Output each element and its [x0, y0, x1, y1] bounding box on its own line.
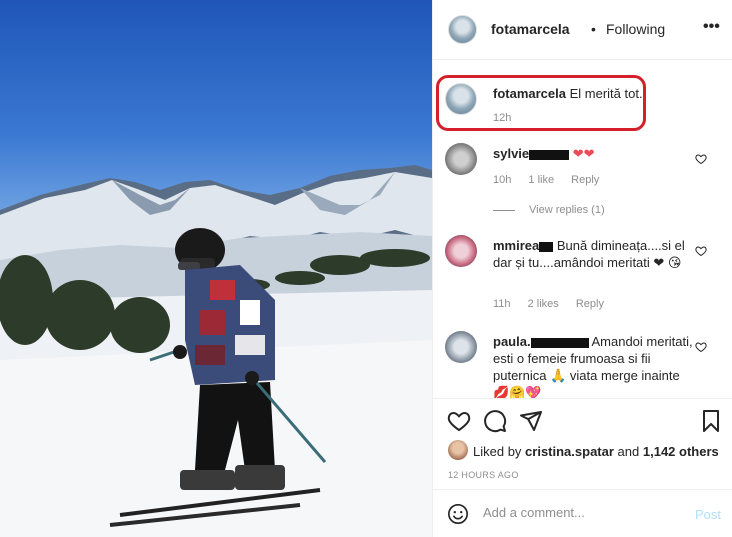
reply-button[interactable]: Reply: [571, 174, 599, 186]
skier-photo: [0, 165, 432, 537]
author-avatar[interactable]: [448, 15, 477, 44]
like-comment-heart-icon[interactable]: [695, 153, 707, 165]
comment-username[interactable]: mmirea: [493, 238, 539, 253]
save-bookmark-icon[interactable]: [699, 409, 723, 433]
comment-username[interactable]: sylvie: [493, 146, 529, 161]
author-username[interactable]: fotamarcela: [491, 21, 570, 37]
view-replies-label: View replies (1): [529, 204, 605, 216]
commenter-avatar[interactable]: [445, 331, 477, 363]
divider: [493, 209, 515, 211]
liked-by-user[interactable]: cristina.spatar: [525, 444, 614, 459]
liked-by-text[interactable]: Liked by cristina.spatar and 1,142 other…: [473, 444, 719, 459]
redaction: [529, 149, 570, 160]
post-actions: Liked by cristina.spatar and 1,142 other…: [433, 398, 732, 488]
liked-by-and: and: [617, 444, 640, 459]
like-comment-heart-icon[interactable]: [695, 245, 707, 257]
red-highlight-box: [436, 75, 646, 131]
comment-time[interactable]: 11h: [493, 298, 511, 310]
comment-likes[interactable]: 1 like: [528, 174, 554, 186]
more-options-icon[interactable]: •••: [703, 19, 721, 36]
liked-by-others[interactable]: 1,142 others: [643, 444, 719, 459]
add-comment-bar: Post: [433, 489, 732, 537]
comment-bubble-icon[interactable]: [483, 409, 507, 433]
separator-dot: •: [591, 21, 596, 37]
post-comment-button[interactable]: Post: [695, 507, 721, 522]
reply-button[interactable]: Reply: [576, 298, 604, 310]
like-heart-icon[interactable]: [447, 409, 471, 433]
like-comment-heart-icon[interactable]: [695, 341, 707, 353]
commenter-avatar[interactable]: [445, 143, 477, 175]
comment-text: ❤❤: [572, 146, 595, 161]
comment-likes[interactable]: 2 likes: [528, 298, 559, 310]
liker-avatar[interactable]: [448, 440, 468, 460]
comment-input[interactable]: [483, 505, 683, 520]
liked-by-prefix: Liked by: [473, 444, 522, 459]
post-timestamp[interactable]: 12 HOURS AGO: [448, 470, 519, 480]
emoji-smile-icon[interactable]: [447, 503, 469, 525]
redaction: [530, 337, 589, 348]
comment-username[interactable]: paula.: [493, 334, 531, 349]
redaction: [539, 241, 554, 252]
view-replies-button[interactable]: View replies (1): [493, 204, 605, 216]
post-side-panel: fotamarcela • Following ••• fotamarcela …: [432, 0, 732, 537]
post-photo[interactable]: [0, 0, 432, 537]
share-paper-plane-icon[interactable]: [519, 409, 543, 433]
comment-time[interactable]: 10h: [493, 174, 511, 186]
post-header: fotamarcela • Following •••: [433, 0, 732, 60]
commenter-avatar[interactable]: [445, 235, 477, 267]
following-button[interactable]: Following: [606, 21, 665, 37]
comments-list[interactable]: fotamarcela El merită tot. 12h sylvie ❤❤…: [433, 61, 732, 398]
